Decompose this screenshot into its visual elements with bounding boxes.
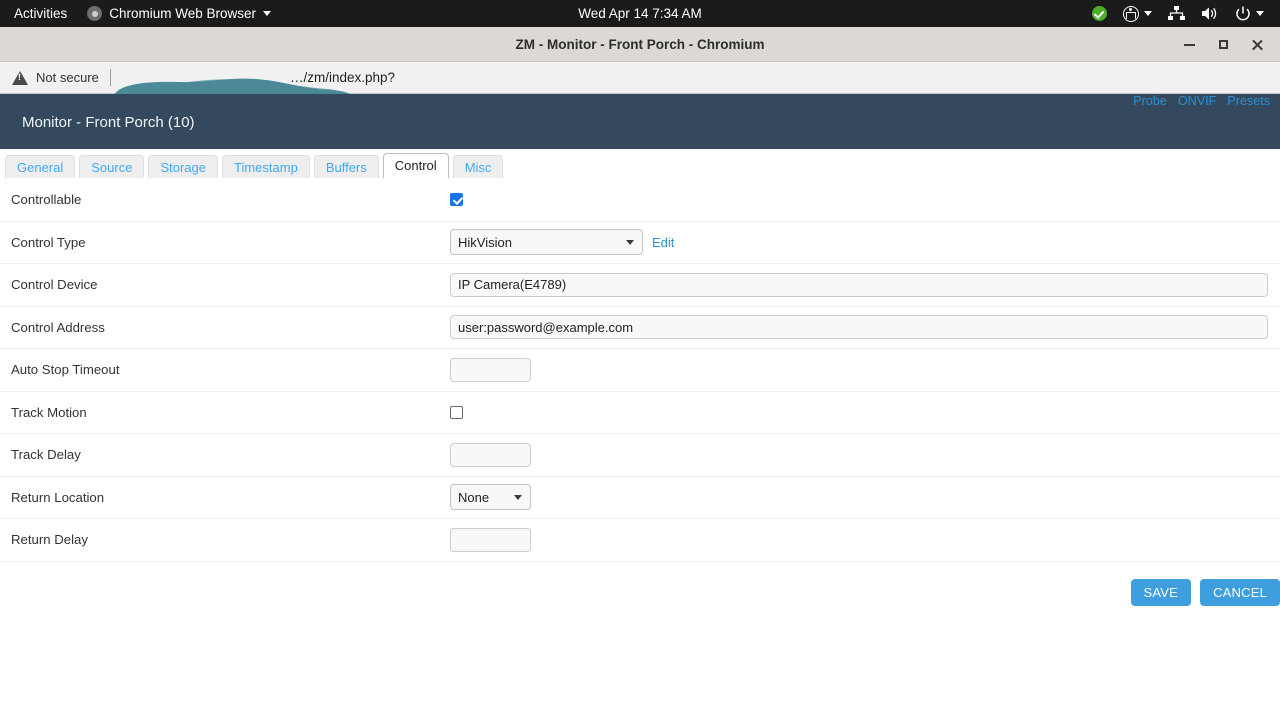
row-track-motion: Track Motion bbox=[0, 392, 1280, 434]
tab-control[interactable]: Control bbox=[382, 153, 449, 179]
tab-general[interactable]: General bbox=[5, 155, 76, 179]
return-delay-label: Return Delay bbox=[11, 532, 88, 548]
activities-label: Activities bbox=[14, 6, 68, 21]
tab-timestamp[interactable]: Timestamp bbox=[222, 155, 310, 179]
close-icon bbox=[1251, 39, 1263, 51]
save-button[interactable]: SAVE bbox=[1130, 579, 1192, 606]
row-control-type: Control Type HikVision Edit bbox=[0, 222, 1280, 264]
chevron-down-icon bbox=[1256, 11, 1264, 16]
control-address-label: Control Address bbox=[11, 319, 105, 335]
row-control-address: Control Address bbox=[0, 307, 1280, 349]
minimize-icon bbox=[1183, 43, 1195, 46]
close-button[interactable] bbox=[1240, 27, 1274, 62]
control-settings-form: Controllable Control Type HikVision Edit bbox=[0, 179, 1280, 562]
monitor-tabs: General Source Storage Timestamp Buffers… bbox=[0, 149, 1280, 179]
accessibility-menu[interactable] bbox=[1115, 0, 1160, 27]
presets-link[interactable]: Presets bbox=[1227, 94, 1270, 108]
auto-stop-timeout-input[interactable] bbox=[450, 357, 531, 382]
tab-source[interactable]: Source bbox=[79, 155, 145, 179]
chevron-down-icon bbox=[263, 11, 272, 16]
not-secure-warning-icon[interactable] bbox=[12, 70, 28, 85]
control-type-edit-link[interactable]: Edit bbox=[652, 235, 674, 250]
auto-stop-timeout-label: Auto Stop Timeout bbox=[11, 362, 120, 378]
tab-buffers[interactable]: Buffers bbox=[313, 155, 379, 179]
omnibox-divider bbox=[109, 69, 111, 86]
minimize-button[interactable] bbox=[1172, 27, 1206, 62]
return-delay-input[interactable] bbox=[450, 527, 531, 552]
control-address-input[interactable] bbox=[450, 315, 1268, 340]
control-type-select[interactable]: HikVision bbox=[450, 229, 643, 256]
network-indicator[interactable] bbox=[1160, 0, 1193, 27]
row-return-delay: Return Delay bbox=[0, 519, 1280, 562]
row-return-location: Return Location None bbox=[0, 477, 1280, 519]
power-menu[interactable] bbox=[1227, 0, 1272, 27]
track-motion-label: Track Motion bbox=[11, 404, 87, 420]
url-text: …/zm/index.php? bbox=[289, 70, 396, 85]
onvif-link[interactable]: ONVIF bbox=[1178, 94, 1216, 108]
activities-button[interactable]: Activities bbox=[0, 0, 79, 27]
gnome-top-bar: Activities Chromium Web Browser Wed Apr … bbox=[0, 0, 1280, 27]
volume-speaker-icon bbox=[1202, 7, 1217, 20]
controllable-checkbox[interactable] bbox=[450, 193, 463, 207]
row-control-device: Control Device bbox=[0, 264, 1280, 307]
page-header: Monitor - Front Porch (10) Probe ONVIF P… bbox=[0, 94, 1280, 149]
chromium-window: ZM - Monitor - Front Porch - Chromium No… bbox=[0, 27, 1280, 720]
app-menu-label: Chromium Web Browser bbox=[109, 6, 257, 21]
cancel-button[interactable]: CANCEL bbox=[1200, 579, 1280, 606]
power-icon bbox=[1236, 6, 1250, 20]
probe-link[interactable]: Probe bbox=[1133, 94, 1167, 108]
tab-storage[interactable]: Storage bbox=[148, 155, 218, 179]
track-motion-checkbox[interactable] bbox=[450, 405, 463, 419]
chromium-icon bbox=[87, 6, 103, 21]
return-location-label: Return Location bbox=[11, 489, 105, 505]
volume-indicator[interactable] bbox=[1193, 0, 1227, 27]
controllable-label: Controllable bbox=[11, 192, 82, 208]
chevron-down-icon bbox=[1144, 11, 1152, 16]
row-auto-stop-timeout: Auto Stop Timeout bbox=[0, 349, 1280, 392]
window-title: ZM - Monitor - Front Porch - Chromium bbox=[515, 36, 765, 52]
window-titlebar: ZM - Monitor - Front Porch - Chromium bbox=[0, 27, 1280, 62]
row-track-delay: Track Delay bbox=[0, 434, 1280, 477]
track-delay-input[interactable] bbox=[450, 442, 531, 467]
app-menu-button[interactable]: Chromium Web Browser bbox=[79, 6, 279, 21]
control-device-label: Control Device bbox=[11, 277, 98, 293]
accessibility-icon bbox=[1123, 5, 1139, 22]
network-wired-icon bbox=[1168, 6, 1185, 20]
tab-misc[interactable]: Misc bbox=[452, 155, 504, 179]
control-type-label: Control Type bbox=[11, 234, 86, 250]
system-tray bbox=[1084, 0, 1280, 27]
header-links: Probe ONVIF Presets bbox=[1133, 94, 1270, 108]
form-actions: SAVE CANCEL bbox=[0, 562, 1280, 624]
status-ok-indicator[interactable] bbox=[1084, 0, 1115, 27]
clock-label: Wed Apr 14 7:34 AM bbox=[578, 6, 702, 21]
page-title: Monitor - Front Porch (10) bbox=[22, 114, 195, 131]
omnibox[interactable]: Not secure https://redacted.example.host… bbox=[0, 62, 1280, 94]
control-device-input[interactable] bbox=[450, 272, 1268, 297]
track-delay-label: Track Delay bbox=[11, 447, 81, 463]
zoneminder-page: Monitor - Front Porch (10) Probe ONVIF P… bbox=[0, 94, 1280, 720]
row-controllable: Controllable bbox=[0, 179, 1280, 222]
maximize-icon bbox=[1218, 40, 1228, 49]
window-controls bbox=[1172, 27, 1274, 62]
green-check-icon bbox=[1092, 6, 1107, 21]
security-status-label: Not secure bbox=[36, 70, 99, 85]
maximize-button[interactable] bbox=[1206, 27, 1240, 62]
return-location-select[interactable]: None bbox=[450, 484, 531, 511]
